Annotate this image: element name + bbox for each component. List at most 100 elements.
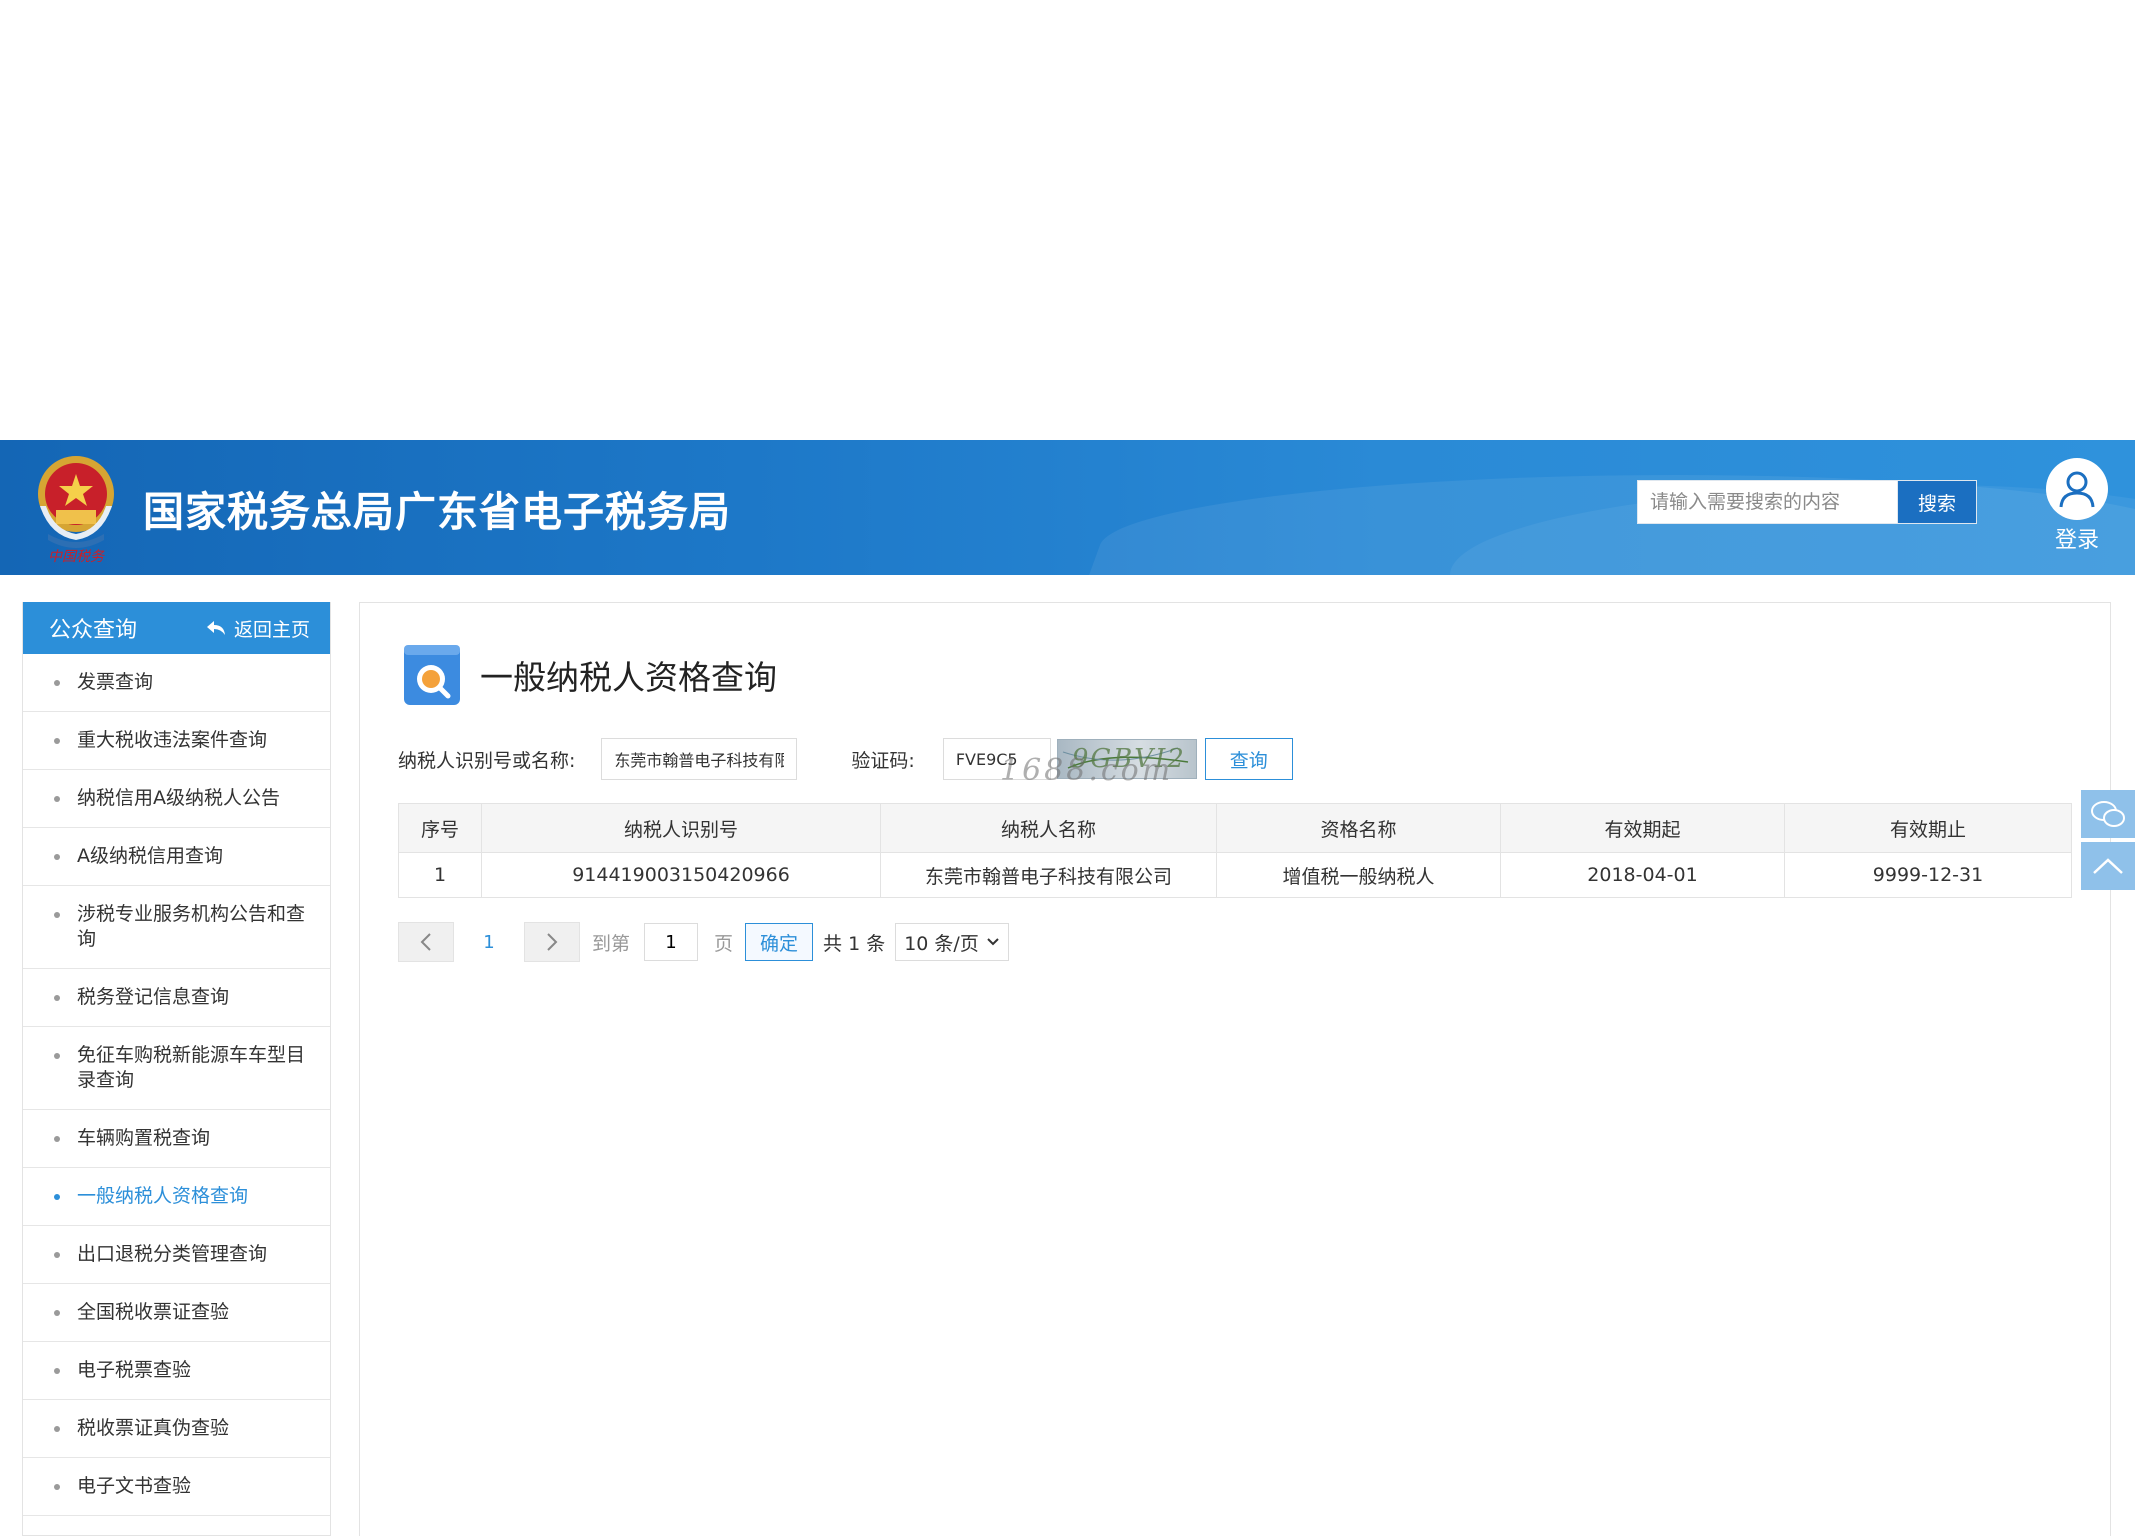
chevron-right-icon [547, 933, 558, 951]
goto-label: 到第 [592, 932, 631, 955]
page-header: 一般纳税人资格查询 [400, 643, 777, 707]
page-size-select[interactable]: 10 条/页 [895, 923, 1010, 961]
bullet-icon [54, 1136, 60, 1142]
result-table: 序号 纳税人识别号 纳税人名称 资格名称 有效期起 有效期止 1 9144190… [398, 803, 2072, 898]
back-to-top-button[interactable] [2081, 842, 2135, 890]
page-size-value: 10 条/页 [904, 932, 979, 955]
sidebar-item-label: A级纳税信用查询 [77, 845, 223, 867]
sidebar-item-label: 重大税收违法案件查询 [77, 729, 268, 751]
sidebar-item-label: 电子税票查验 [77, 1359, 192, 1381]
sidebar-title: 公众查询 [49, 618, 138, 643]
sidebar-item-label: 全国税收票证查验 [77, 1301, 230, 1323]
back-home-link[interactable]: 返回主页 [206, 615, 310, 642]
pagination: 1 到第 页 确定 共 1 条 10 条/页 [398, 921, 1010, 963]
goto-page-input[interactable] [644, 923, 699, 961]
bullet-icon [54, 1194, 60, 1200]
sidebar-item-label: 纳税信用A级纳税人公告 [77, 787, 280, 809]
cell-valid-to: 9999-12-31 [1784, 852, 2072, 898]
bullet-icon [54, 738, 60, 744]
back-arrow-icon [206, 621, 225, 635]
bullet-icon [54, 796, 60, 802]
back-home-label: 返回主页 [233, 618, 310, 641]
sidebar-item-label: 免征车购税新能源车车型目录查询 [77, 1044, 306, 1091]
sidebar-item-label: 税务登记信息查询 [77, 986, 230, 1008]
watermark-text: 1688.com [1000, 753, 1174, 788]
sidebar-item-label: 税收票证真伪查验 [77, 1417, 230, 1439]
wechat-float-button[interactable] [2081, 790, 2135, 838]
sidebar-item-credit-a-query[interactable]: A级纳税信用查询 [23, 828, 330, 886]
sidebar-item-violation-cases[interactable]: 重大税收违法案件查询 [23, 712, 330, 770]
login-label: 登录 [2054, 528, 2099, 553]
search-button[interactable]: 搜索 [1897, 481, 1976, 523]
sidebar-item-label: 一般纳税人资格查询 [77, 1185, 249, 1207]
table-row: 1 914419003150420966 东莞市翰普电子科技有限公司 增值税一般… [398, 852, 2072, 898]
chevron-down-icon [987, 938, 999, 946]
bullet-icon [54, 1252, 60, 1258]
prev-page-button[interactable] [398, 922, 454, 962]
back-to-top-icon [2093, 858, 2123, 874]
login-button[interactable]: 登录 [2042, 458, 2112, 554]
sidebar-item-vehicle-tax[interactable]: 车辆购置税查询 [23, 1110, 330, 1168]
cell-valid-from: 2018-04-01 [1500, 852, 1785, 898]
total-count: 共 1 条 [823, 932, 886, 955]
next-page-button[interactable] [524, 922, 580, 962]
page-number-current[interactable]: 1 [454, 932, 524, 953]
site-header: 中国税务 国家税务总局广东省电子税务局 搜索 登录 [0, 440, 2135, 575]
wechat-icon [2091, 801, 2125, 827]
sidebar-item-label: 出口退税分类管理查询 [77, 1243, 268, 1265]
sidebar-item-general-taxpayer[interactable]: 一般纳税人资格查询 [23, 1168, 330, 1226]
sidebar-item-invoice[interactable]: 发票查询 [23, 654, 330, 712]
sidebar-item-service-agencies[interactable]: 涉税专业服务机构公告和查询 [23, 886, 330, 969]
bullet-icon [54, 1484, 60, 1490]
bullet-icon [54, 680, 60, 686]
page-title: 一般纳税人资格查询 [480, 658, 777, 697]
bullet-icon [54, 995, 60, 1001]
sidebar-item-registration[interactable]: 税务登记信息查询 [23, 969, 330, 1027]
cell-taxpayer-name: 东莞市翰普电子科技有限公司 [880, 852, 1217, 898]
search-document-icon [404, 645, 460, 705]
sidebar-item-label: 车辆购置税查询 [77, 1127, 211, 1149]
bullet-icon [54, 912, 60, 918]
site-search: 搜索 [1637, 480, 1977, 524]
emblem-script-text: 中国税务 [48, 549, 105, 565]
table-header-row: 序号 纳税人识别号 纳税人名称 资格名称 有效期起 有效期止 [398, 803, 2072, 853]
cell-index: 1 [398, 852, 482, 898]
captcha-label: 验证码: [851, 749, 915, 772]
sidebar-item-credit-a-notice[interactable]: 纳税信用A级纳税人公告 [23, 770, 330, 828]
col-header-valid-from: 有效期起 [1500, 803, 1785, 853]
sidebar-item-voucher-authenticity[interactable]: 税收票证真伪查验 [23, 1400, 330, 1458]
user-icon [2046, 458, 2108, 520]
sidebar-item-e-document[interactable]: 电子文书查验 [23, 1458, 330, 1516]
sidebar-item-export-refund[interactable]: 出口退税分类管理查询 [23, 1226, 330, 1284]
sidebar-item-label: 电子文书查验 [77, 1475, 192, 1497]
col-header-taxpayer-name: 纳税人名称 [880, 803, 1217, 853]
taxpayer-id-input[interactable] [601, 738, 798, 780]
site-title: 国家税务总局广东省电子税务局 [143, 488, 731, 536]
tax-emblem-logo: 中国税务 [38, 456, 114, 565]
sidebar-menu: 发票查询 重大税收违法案件查询 纳税信用A级纳税人公告 A级纳税信用查询 涉税专… [23, 654, 330, 1516]
cell-taxpayer-id: 914419003150420966 [481, 852, 881, 898]
query-button[interactable]: 查询 [1204, 738, 1293, 780]
sidebar-header: 公众查询 返回主页 [23, 602, 330, 654]
taxpayer-id-label: 纳税人识别号或名称: [398, 749, 576, 772]
chevron-left-icon [420, 933, 431, 951]
col-header-taxpayer-id: 纳税人识别号 [481, 803, 881, 853]
page-suffix-label: 页 [714, 932, 734, 955]
sidebar-item-tax-voucher-check[interactable]: 全国税收票证查验 [23, 1284, 330, 1342]
search-input[interactable] [1638, 481, 1897, 523]
sidebar: 公众查询 返回主页 发票查询 重大税收违法案件查询 纳税信用A级纳税人公告 A级… [22, 602, 331, 1536]
bullet-icon [54, 1426, 60, 1432]
sidebar-item-label: 涉税专业服务机构公告和查询 [77, 903, 306, 950]
bullet-icon [54, 1310, 60, 1316]
bullet-icon [54, 1053, 60, 1059]
cell-qualification: 增值税一般纳税人 [1216, 852, 1501, 898]
col-header-qualification: 资格名称 [1216, 803, 1501, 853]
bullet-icon [54, 1368, 60, 1374]
col-header-index: 序号 [398, 803, 482, 853]
sidebar-item-label: 发票查询 [77, 671, 154, 693]
sidebar-item-nev-catalog[interactable]: 免征车购税新能源车车型目录查询 [23, 1027, 330, 1110]
bullet-icon [54, 854, 60, 860]
goto-confirm-button[interactable]: 确定 [745, 923, 814, 961]
col-header-valid-to: 有效期止 [1784, 803, 2072, 853]
sidebar-item-e-ticket-check[interactable]: 电子税票查验 [23, 1342, 330, 1400]
